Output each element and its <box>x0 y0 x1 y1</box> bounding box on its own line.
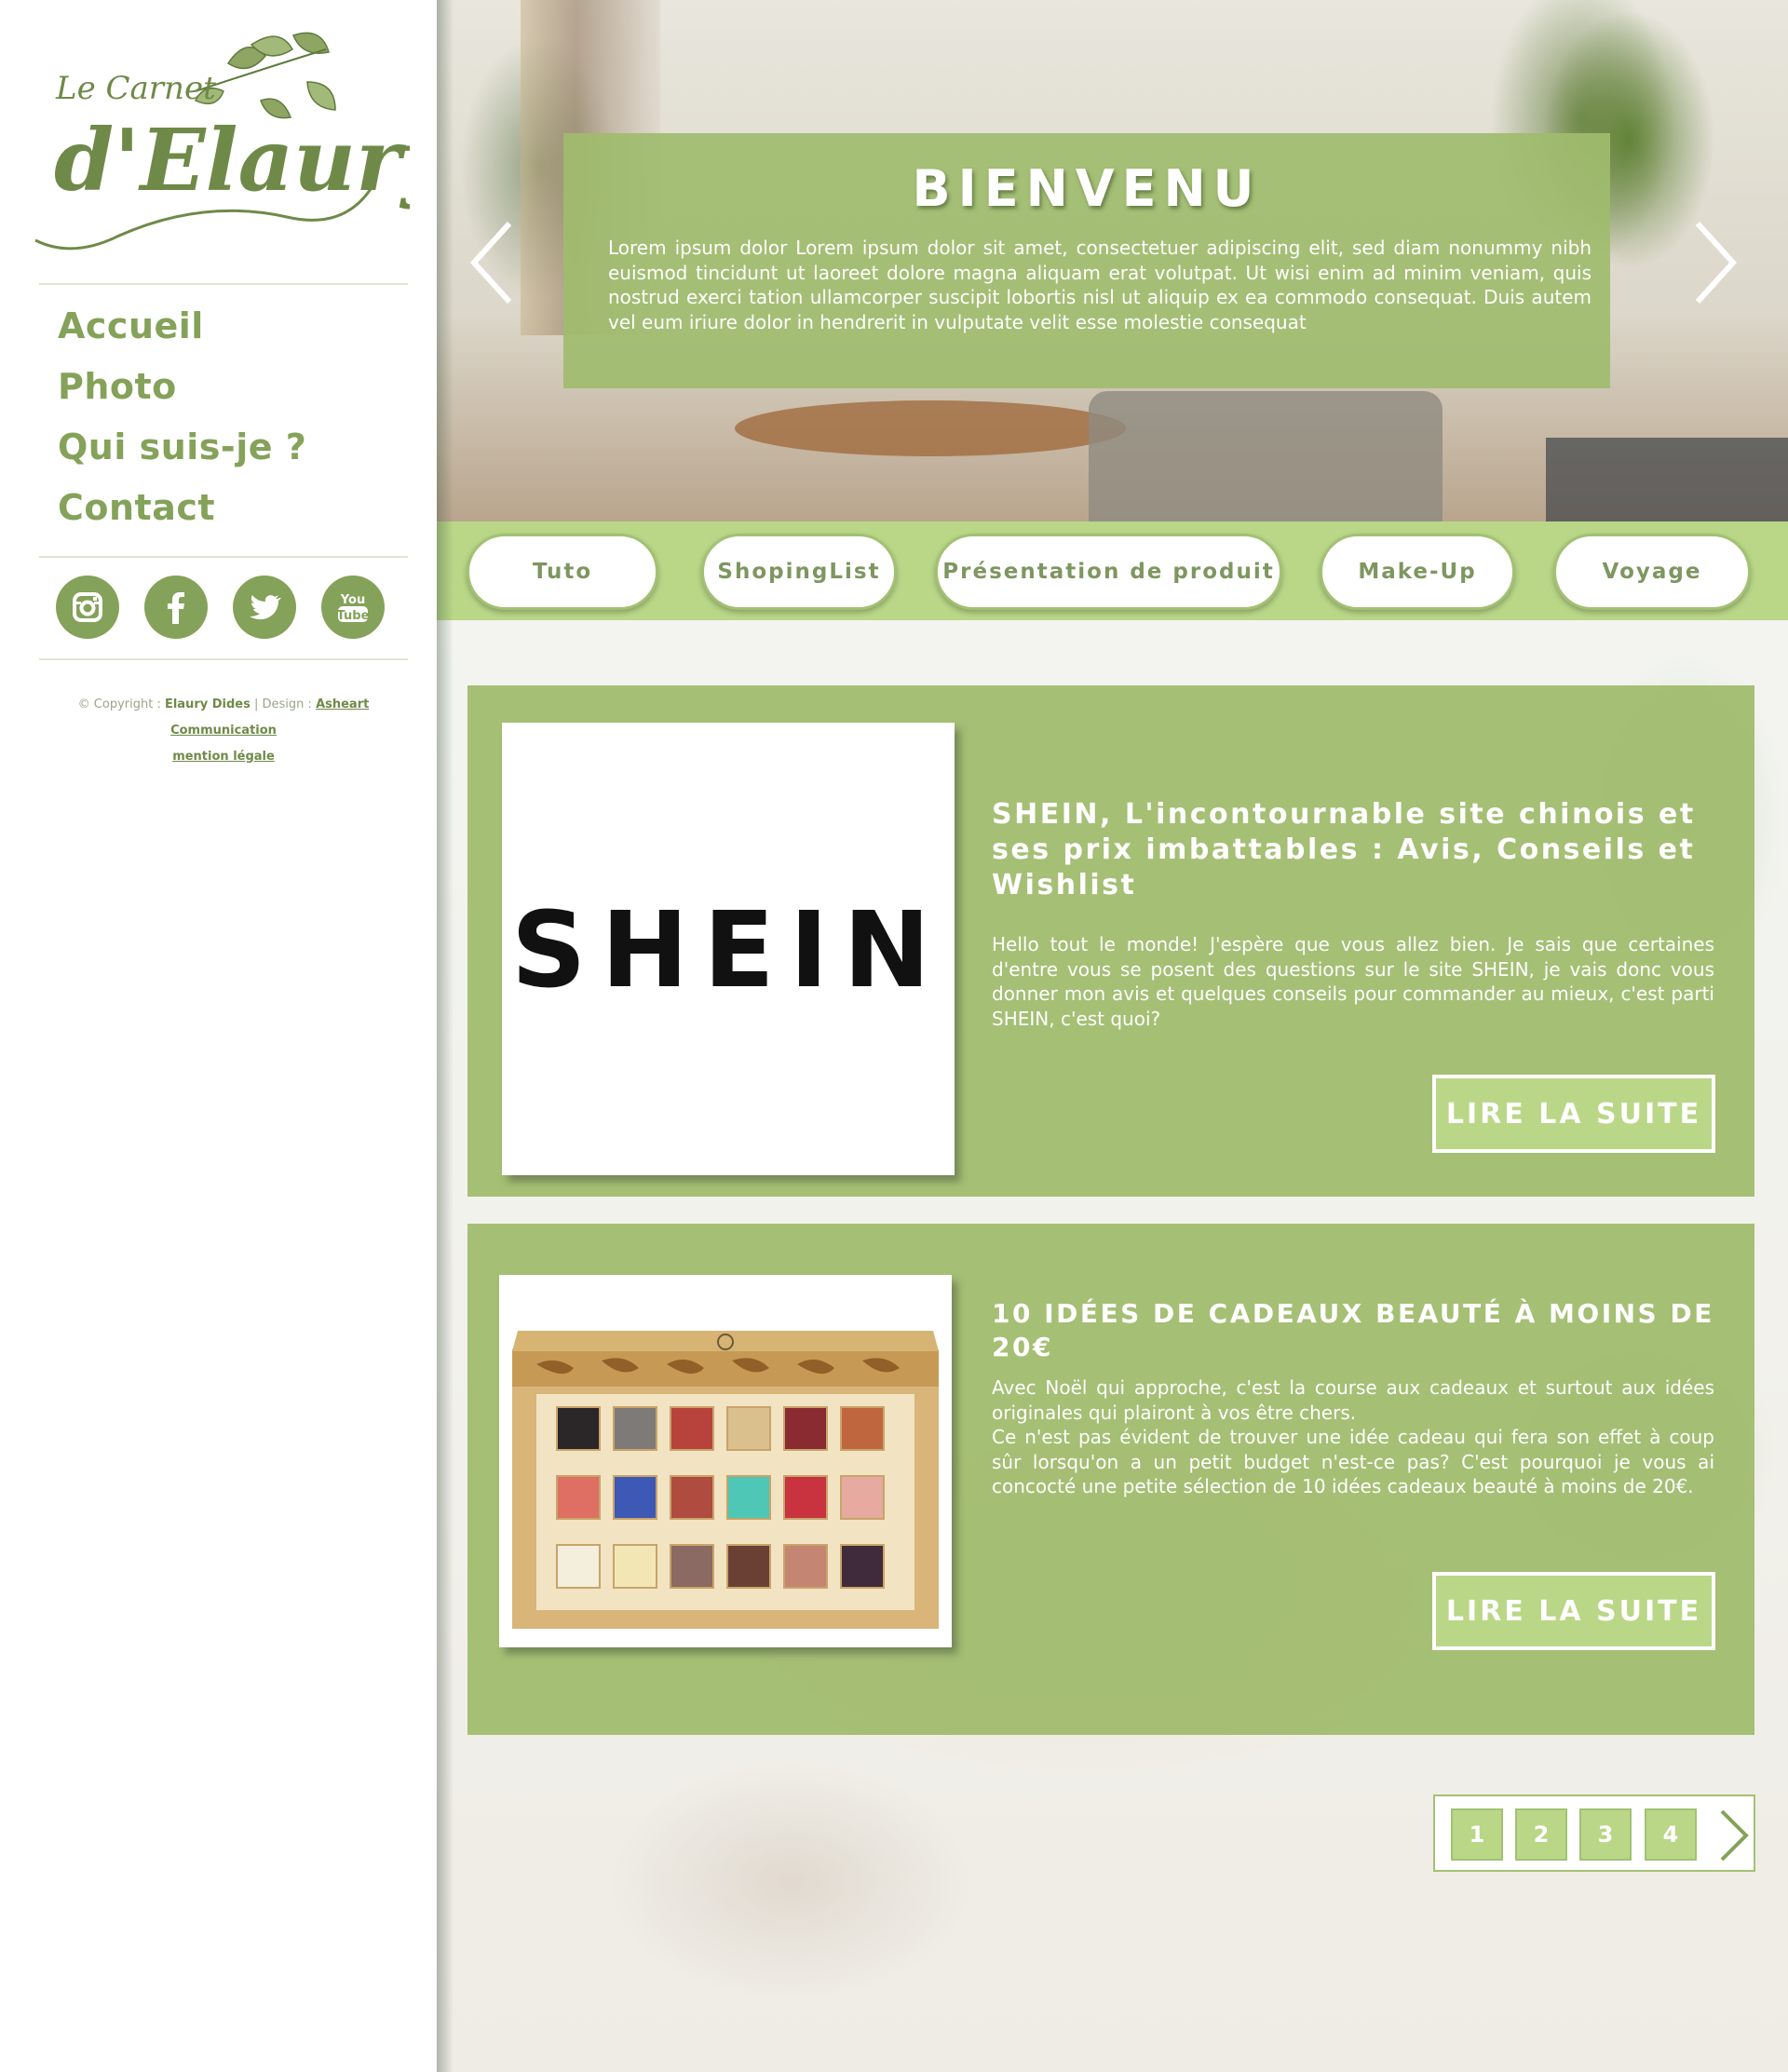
palette-swatch <box>556 1406 601 1451</box>
palette-swatch <box>726 1475 771 1520</box>
palette-swatch <box>840 1544 885 1589</box>
welcome-text: Lorem ipsum dolor Lorem ipsum dolor sit … <box>608 237 1592 333</box>
slider-prev-icon[interactable] <box>465 216 521 309</box>
legal-link[interactable]: mention légale <box>172 750 275 764</box>
page-3-button[interactable]: 3 <box>1579 1808 1632 1861</box>
welcome-box: BIENVENU Lorem ipsum dolor Lorem ipsum d… <box>563 133 1610 388</box>
palette-swatch <box>840 1475 885 1520</box>
youtube-tube-text: Tube <box>337 609 370 623</box>
nav-photo[interactable]: Photo <box>58 357 306 417</box>
palette-illustration <box>512 1331 939 1629</box>
logo-line2: d'Elaury <box>54 110 410 210</box>
post-excerpt: Avec Noël qui approche, c'est la course … <box>992 1375 1714 1499</box>
hero-photo-sofa <box>1089 391 1443 521</box>
main-content: BIENVENU Lorem ipsum dolor Lorem ipsum d… <box>437 0 1788 2072</box>
blog-post: 10 IDÉES DE CADEAUX BEAUTÉ À MOINS DE 20… <box>467 1224 1754 1735</box>
palette-swatch <box>726 1406 771 1451</box>
main-nav: Accueil Photo Qui suis-je ? Contact <box>58 296 306 538</box>
divider <box>39 556 408 558</box>
divider <box>39 658 408 660</box>
category-make-up[interactable]: Make-Up <box>1320 534 1515 610</box>
youtube-icon[interactable]: You Tube <box>321 576 385 639</box>
page-4-button[interactable]: 4 <box>1645 1808 1697 1861</box>
copyright: © Copyright : Elaury Dides | Design : As… <box>39 692 408 770</box>
social-links: You Tube <box>56 576 385 639</box>
copyright-author: Elaury Dides <box>164 697 251 711</box>
post-title[interactable]: 10 IDÉES DE CADEAUX BEAUTÉ À MOINS DE 20… <box>992 1297 1714 1364</box>
welcome-title: BIENVENU <box>912 159 1262 218</box>
copyright-prefix: © Copyright : <box>77 697 161 711</box>
category-bar: Tuto ShopingList Présentation de produit… <box>437 521 1788 620</box>
sidebar: Le Carnet d'Elaury Accueil Photo Qui sui… <box>0 0 456 2072</box>
instagram-icon[interactable] <box>56 576 119 639</box>
nav-accueil[interactable]: Accueil <box>58 296 306 357</box>
nav-qui-suis-je[interactable]: Qui suis-je ? <box>58 417 306 478</box>
post-excerpt: Hello tout le monde! J'espère que vous a… <box>992 933 1714 1030</box>
divider <box>39 283 408 285</box>
post-excerpt-line: Ce n'est pas évident de trouver une idée… <box>992 1426 1714 1497</box>
post-excerpt-line: Avec Noël qui approche, c'est la course … <box>992 1376 1714 1424</box>
twitter-icon[interactable] <box>233 576 296 639</box>
category-presentation-produit[interactable]: Présentation de produit <box>935 534 1282 610</box>
shein-logo-text: SHEIN <box>511 890 945 1011</box>
palette-swatch <box>783 1475 828 1520</box>
next-page-icon[interactable] <box>1714 1808 1752 1863</box>
pagination: 1 2 3 4 <box>1433 1794 1755 1872</box>
post-image-shein[interactable]: SHEIN <box>502 723 955 1175</box>
palette-swatch <box>840 1406 885 1451</box>
read-more-button[interactable]: LIRE LA SUITE <box>1432 1075 1715 1153</box>
palette-swatch <box>613 1544 657 1589</box>
nav-contact[interactable]: Contact <box>58 478 306 538</box>
youtube-you-text: You <box>340 593 365 607</box>
category-tuto[interactable]: Tuto <box>467 534 658 610</box>
palette-swatch <box>670 1475 714 1520</box>
logo-graphic: Le Carnet d'Elaury <box>34 32 456 251</box>
palette-swatch <box>613 1475 657 1520</box>
design-label: | Design : <box>254 697 312 711</box>
palette-swatch <box>783 1406 828 1451</box>
logo-line1: Le Carnet <box>55 70 216 107</box>
category-shopinglist[interactable]: ShopingList <box>701 534 897 610</box>
hero-slider: BIENVENU Lorem ipsum dolor Lorem ipsum d… <box>437 0 1788 521</box>
palette-swatch <box>726 1544 771 1589</box>
palette-swatch <box>556 1475 601 1520</box>
post-title[interactable]: SHEIN, L'incontournable site chinois et … <box>992 797 1714 903</box>
facebook-icon[interactable] <box>144 576 208 639</box>
hero-photo-table <box>735 400 1126 456</box>
site-logo[interactable]: Le Carnet d'Elaury <box>28 26 456 264</box>
palette-swatch <box>613 1406 657 1451</box>
category-voyage[interactable]: Voyage <box>1553 534 1751 610</box>
slider-next-icon[interactable] <box>1686 216 1742 309</box>
read-more-button[interactable]: LIRE LA SUITE <box>1432 1572 1715 1650</box>
hero-photo-bed <box>1546 438 1788 521</box>
palette-swatch <box>670 1406 714 1451</box>
blog-post: SHEIN SHEIN, L'incontournable site chino… <box>467 685 1754 1197</box>
page-2-button[interactable]: 2 <box>1515 1808 1567 1861</box>
post-image-palette[interactable] <box>499 1275 952 1647</box>
sidebar-shadow <box>437 0 454 2072</box>
page-1-button[interactable]: 1 <box>1451 1808 1503 1861</box>
palette-swatch <box>670 1544 714 1589</box>
palette-swatch <box>783 1544 828 1589</box>
palette-swatch <box>556 1544 601 1589</box>
